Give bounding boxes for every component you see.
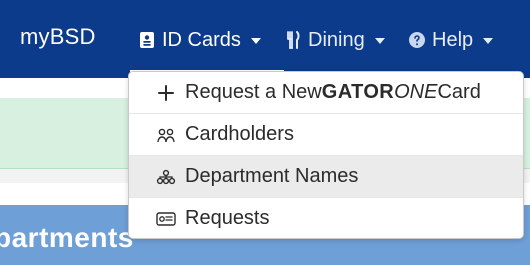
menu-item-requests[interactable]: Requests	[129, 197, 523, 238]
menu-item-label: Department Names	[185, 165, 359, 187]
chevron-down-icon	[250, 38, 261, 44]
menu-item-label: Cardholders	[185, 123, 294, 145]
org-chart-icon	[153, 167, 179, 187]
menu-item-label-prefix: Request a New	[185, 81, 322, 103]
page-heading: partments	[0, 222, 134, 253]
people-icon	[153, 125, 179, 145]
menu-item-label-one: ONE	[394, 81, 438, 103]
id-card-icon	[153, 209, 179, 229]
nav-help-label: Help	[432, 28, 474, 51]
nav-id-cards-dropdown[interactable]: ID Cards	[138, 26, 261, 54]
chevron-down-icon	[483, 38, 494, 44]
menu-item-label-gator: GATOR	[321, 81, 395, 103]
top-navbar: myBSD ID Cards Dining Help	[0, 0, 530, 78]
menu-item-label-suffix: Card	[437, 81, 481, 103]
nav-dining-dropdown[interactable]: Dining	[284, 26, 385, 54]
menu-item-label: Requests	[185, 207, 270, 229]
utensils-icon	[284, 31, 302, 49]
chevron-down-icon	[374, 38, 385, 44]
menu-item-department-names[interactable]: Department Names	[129, 155, 523, 197]
menu-item-request-new-card[interactable]: Request a New GATOR ONE Card	[129, 72, 523, 113]
nav-help-dropdown[interactable]: Help	[408, 26, 494, 54]
id-cards-dropdown-menu: Request a New GATOR ONE Card Cardholders	[128, 71, 524, 239]
id-card-icon	[138, 31, 156, 49]
nav-dining-label: Dining	[308, 28, 365, 51]
plus-icon	[153, 83, 179, 103]
menu-item-cardholders[interactable]: Cardholders	[129, 113, 523, 155]
help-icon	[408, 31, 426, 49]
nav-id-cards-label: ID Cards	[162, 28, 241, 51]
brand-link[interactable]: myBSD	[20, 24, 96, 50]
